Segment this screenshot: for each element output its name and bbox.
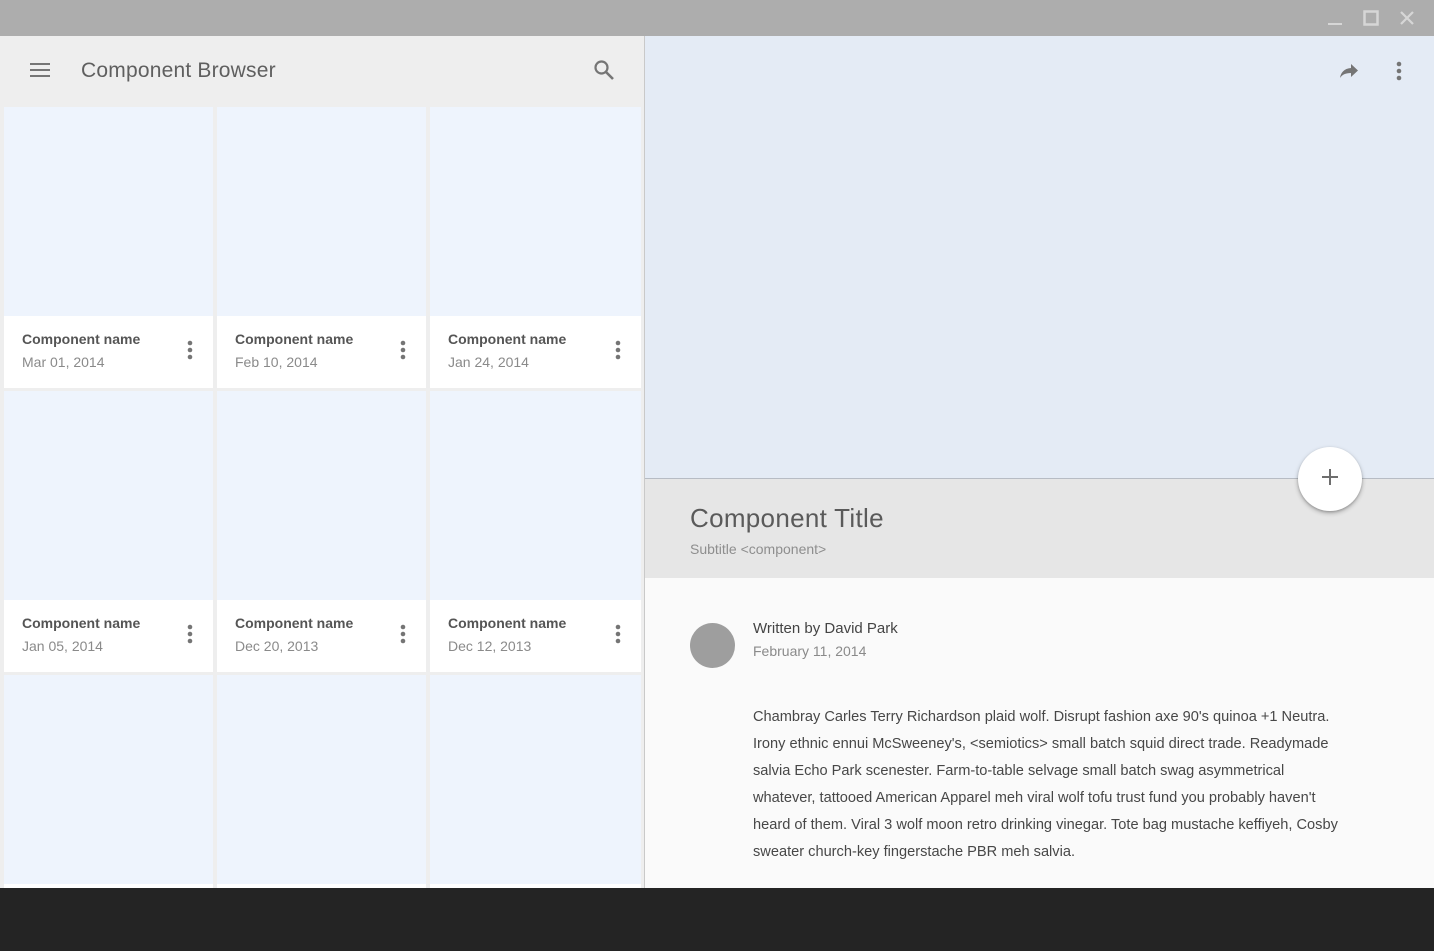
card-more-button[interactable] (178, 339, 202, 365)
component-card[interactable] (217, 675, 426, 888)
avatar[interactable] (690, 623, 735, 668)
card-thumbnail[interactable] (430, 107, 641, 316)
card-date: Jan 24, 2014 (448, 354, 529, 370)
share-icon (1339, 63, 1359, 84)
article-content: Written by David Park February 11, 2014 … (645, 578, 1434, 888)
close-icon (1399, 10, 1415, 26)
card-footer: Component name Dec 12, 2013 (430, 600, 641, 672)
component-card[interactable] (430, 675, 641, 888)
card-thumbnail[interactable] (4, 675, 213, 884)
article-body: Chambray Carles Terry Richardson plaid w… (753, 709, 1338, 860)
more-vert-icon (615, 624, 621, 649)
component-card[interactable]: Component name Jan 05, 2014 (4, 391, 213, 672)
hamburger-menu-icon (29, 62, 51, 83)
menu-button[interactable] (26, 58, 54, 86)
search-icon (593, 59, 615, 86)
card-footer: Component name Jan 05, 2014 (4, 600, 213, 672)
component-title: Component Title (690, 503, 884, 533)
card-date: Jan 05, 2014 (22, 638, 103, 654)
minimize-button[interactable] (1324, 7, 1346, 29)
post-date: February 11, 2014 (753, 643, 867, 659)
card-more-button[interactable] (391, 339, 415, 365)
more-vert-icon (615, 340, 621, 365)
card-more-button[interactable] (606, 339, 630, 365)
component-subtitle: Subtitle <component> (690, 541, 827, 557)
close-button[interactable] (1396, 7, 1418, 29)
component-card[interactable]: Component name Jan 24, 2014 (430, 107, 641, 388)
component-card[interactable]: Component name Dec 12, 2013 (430, 391, 641, 672)
more-vert-icon (400, 340, 406, 365)
component-detail-panel: Component Title Subtitle <component> Wri… (645, 36, 1434, 888)
share-button[interactable] (1335, 60, 1363, 86)
card-title: Component name (235, 331, 354, 347)
card-title: Component name (448, 615, 567, 631)
card-thumbnail[interactable] (217, 107, 426, 316)
card-thumbnail[interactable] (430, 675, 641, 884)
card-title: Component name (22, 615, 141, 631)
component-card[interactable] (4, 675, 213, 888)
card-date: Feb 10, 2014 (235, 354, 318, 370)
card-more-button[interactable] (606, 623, 630, 649)
card-thumbnail[interactable] (4, 107, 213, 316)
card-title: Component name (235, 615, 354, 631)
window-titlebar (0, 0, 1434, 36)
card-title: Component name (448, 331, 567, 347)
more-vert-icon (187, 340, 193, 365)
maximize-icon (1363, 10, 1379, 26)
card-thumbnail[interactable] (4, 391, 213, 600)
more-vert-icon (1396, 61, 1402, 86)
more-vert-icon (400, 624, 406, 649)
card-thumbnail[interactable] (430, 391, 641, 600)
component-browser-panel: Component Browser Component name Mar 01,… (0, 36, 644, 888)
app-bar: Component Browser (0, 36, 644, 107)
card-date: Dec 20, 2013 (235, 638, 319, 654)
card-more-button[interactable] (391, 623, 415, 649)
minimize-icon (1327, 10, 1343, 26)
card-title: Component name (22, 331, 141, 347)
card-footer: Component name Jan 24, 2014 (430, 316, 641, 388)
hero-image (645, 36, 1434, 479)
plus-icon (1321, 468, 1339, 491)
author-name: Written by David Park (753, 620, 898, 637)
component-card[interactable]: Component name Dec 20, 2013 (217, 391, 426, 672)
component-card[interactable]: Component name Mar 01, 2014 (4, 107, 213, 388)
card-footer: Component name Dec 20, 2013 (217, 600, 426, 672)
card-footer: Component name Mar 01, 2014 (4, 316, 213, 388)
card-date: Dec 12, 2013 (448, 638, 532, 654)
more-vert-icon (187, 624, 193, 649)
card-thumbnail[interactable] (217, 675, 426, 884)
search-button[interactable] (590, 58, 618, 86)
card-thumbnail[interactable] (217, 391, 426, 600)
add-fab-button[interactable] (1298, 447, 1362, 511)
maximize-button[interactable] (1360, 7, 1382, 29)
more-options-button[interactable] (1387, 60, 1411, 86)
component-card[interactable]: Component name Feb 10, 2014 (217, 107, 426, 388)
app-title: Component Browser (81, 59, 276, 82)
card-footer: Component name Feb 10, 2014 (217, 316, 426, 388)
app-window: Component Browser Component name Mar 01,… (0, 36, 1434, 888)
card-more-button[interactable] (178, 623, 202, 649)
card-date: Mar 01, 2014 (22, 354, 105, 370)
